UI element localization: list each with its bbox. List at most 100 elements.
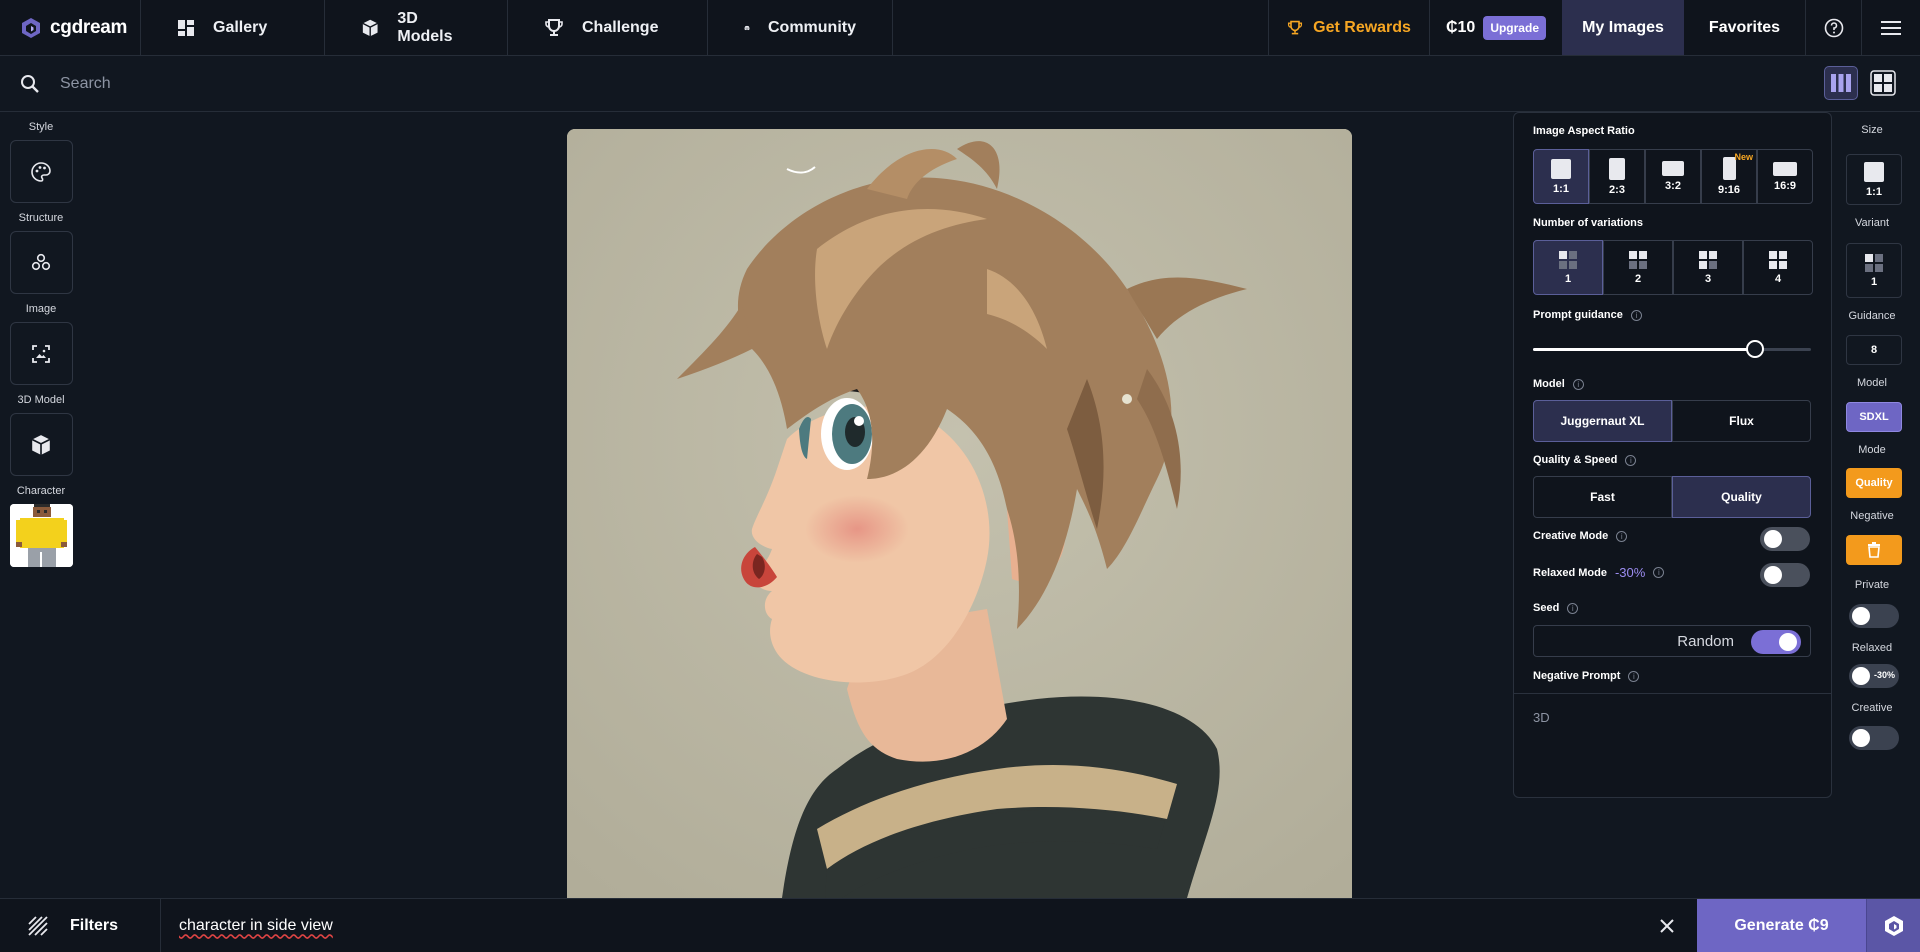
get-rewards-button[interactable]: Get Rewards [1268,0,1430,55]
variation-option-label: 2 [1634,272,1642,285]
cube-icon [31,434,51,455]
search-icon [21,74,39,93]
nav-community[interactable]: Community [708,0,893,55]
relaxed-mode-toggle[interactable] [1760,563,1810,587]
model-option-juggernaut-xl[interactable]: Juggernaut XL [1533,400,1672,442]
generate-button[interactable]: Generate ₵9 [1697,899,1866,952]
style-button[interactable] [9,140,73,203]
generate-label: Generate ₵9 [1734,916,1829,934]
mode-label: Mode [1858,444,1886,456]
variation-options: 1 2 3 4 [1533,240,1813,295]
aspect-ratio-title-text: Image Aspect Ratio [1533,125,1635,137]
speed-option-quality[interactable]: Quality [1672,476,1811,518]
info-icon[interactable]: i [1653,567,1665,578]
clear-prompt-button[interactable] [1637,899,1697,952]
info-icon[interactable]: i [1567,602,1579,614]
slider-fill [1533,348,1756,351]
structure-button[interactable] [9,231,73,294]
mode-summary-button[interactable]: Quality [1846,468,1902,498]
info-icon[interactable]: i [1616,530,1628,542]
info-icon[interactable]: i [1630,309,1642,321]
variant-value: 1 [1870,275,1878,288]
relaxed-toggle[interactable]: -30% [1849,664,1899,688]
credits-value: ₵10 [1445,18,1476,36]
private-toggle[interactable] [1849,604,1899,628]
grid-view-toggle[interactable] [1866,66,1900,100]
anime-character-side-view-image [567,129,1352,898]
aspect-option-3-2[interactable]: 3:2 [1645,149,1701,204]
prompt-text: character in side view [179,916,333,934]
search-bar [0,56,1920,112]
relaxed-label: Relaxed [1851,642,1893,654]
help-button[interactable] [1806,0,1862,55]
my-images-tab[interactable]: My Images [1562,0,1684,55]
model-picker-button[interactable] [1866,899,1920,952]
variation-option-4[interactable]: 4 [1743,240,1813,295]
creative-mode-toggle[interactable] [1760,527,1810,551]
image-button[interactable] [9,322,73,385]
negative-prompt-input[interactable]: 3D [1533,710,1550,725]
nav-challenge[interactable]: Challenge [508,0,708,55]
relaxed-mode-title: Relaxed Mode -30% i [1533,565,1665,580]
model-title-text: Model [1533,378,1565,390]
seed-input[interactable]: Random [1533,625,1811,657]
speed-option-fast[interactable]: Fast [1533,476,1672,518]
variation-option-2[interactable]: 2 [1603,240,1673,295]
info-icon[interactable]: i [1625,454,1637,466]
prompt-input[interactable]: character in side view [161,899,1637,952]
relaxed-pct: -30% [1873,670,1895,680]
model-option-flux[interactable]: Flux [1672,400,1811,442]
creative-toggle[interactable] [1849,726,1899,750]
grid-one-icon [1559,250,1577,269]
variation-option-3[interactable]: 3 [1673,240,1743,295]
quality-speed-title: Quality & Speed i [1533,454,1637,466]
model-summary-button[interactable]: SDXL [1846,402,1902,432]
trophy-icon [1288,20,1303,34]
creative-label: Creative [1851,702,1893,714]
menu-button[interactable] [1862,0,1920,55]
size-value: 1:1 [1866,185,1882,198]
aspect-option-1-1[interactable]: 1:1 [1533,149,1589,204]
variations-title-text: Number of variations [1533,217,1644,229]
negative-summary-button[interactable] [1846,535,1902,565]
prompt-guidance-slider[interactable] [1533,340,1811,358]
aspect-option-16-9[interactable]: 16:9 [1757,149,1813,204]
search-input[interactable] [60,74,1760,93]
generated-image[interactable] [567,129,1352,898]
variations-title: Number of variations [1533,217,1643,229]
slider-thumb[interactable] [1746,340,1765,358]
favorites-tab[interactable]: Favorites [1684,0,1806,55]
info-icon[interactable]: i [1628,670,1640,682]
upgrade-button[interactable]: Upgrade [1483,15,1546,40]
square-shape-icon [1864,161,1884,182]
nav-gallery[interactable]: Gallery [141,0,325,55]
square-shape-icon [1551,158,1571,179]
shapes-icon [31,253,51,270]
brand-logo[interactable]: cgdream [0,0,141,55]
variation-option-1[interactable]: 1 [1533,240,1603,295]
variant-button[interactable]: 1 [1846,243,1902,298]
toggle-knob [1779,633,1797,651]
toggle-knob [1852,729,1870,747]
brand-name: cgdream [50,16,128,38]
aspect-option-2-3[interactable]: 2:3 [1589,149,1645,204]
nav-3d-models[interactable]: 3D Models [325,0,508,55]
model-title: Model i [1533,378,1584,390]
grid-one-icon [1865,253,1883,272]
columns-view-toggle[interactable] [1824,66,1858,100]
close-icon [1660,918,1674,933]
filters-button[interactable]: Filters [0,899,161,952]
size-button[interactable]: 1:1 [1846,154,1902,205]
guidance-label: Guidance [1848,310,1896,322]
info-icon[interactable]: i [1572,378,1584,390]
hamburger-menu-icon [1881,20,1901,35]
aspect-option-9-16[interactable]: New 9:16 [1701,149,1757,204]
columns-view-icon [1831,74,1851,92]
character-thumbnail[interactable] [9,504,73,567]
seed-random-toggle[interactable] [1751,630,1801,654]
cube-icon [362,19,378,36]
nav-gallery-label: Gallery [213,18,268,36]
3d-model-button[interactable] [9,413,73,476]
3d-model-label: 3D Model [17,394,65,406]
guidance-button[interactable]: 8 [1846,335,1902,365]
